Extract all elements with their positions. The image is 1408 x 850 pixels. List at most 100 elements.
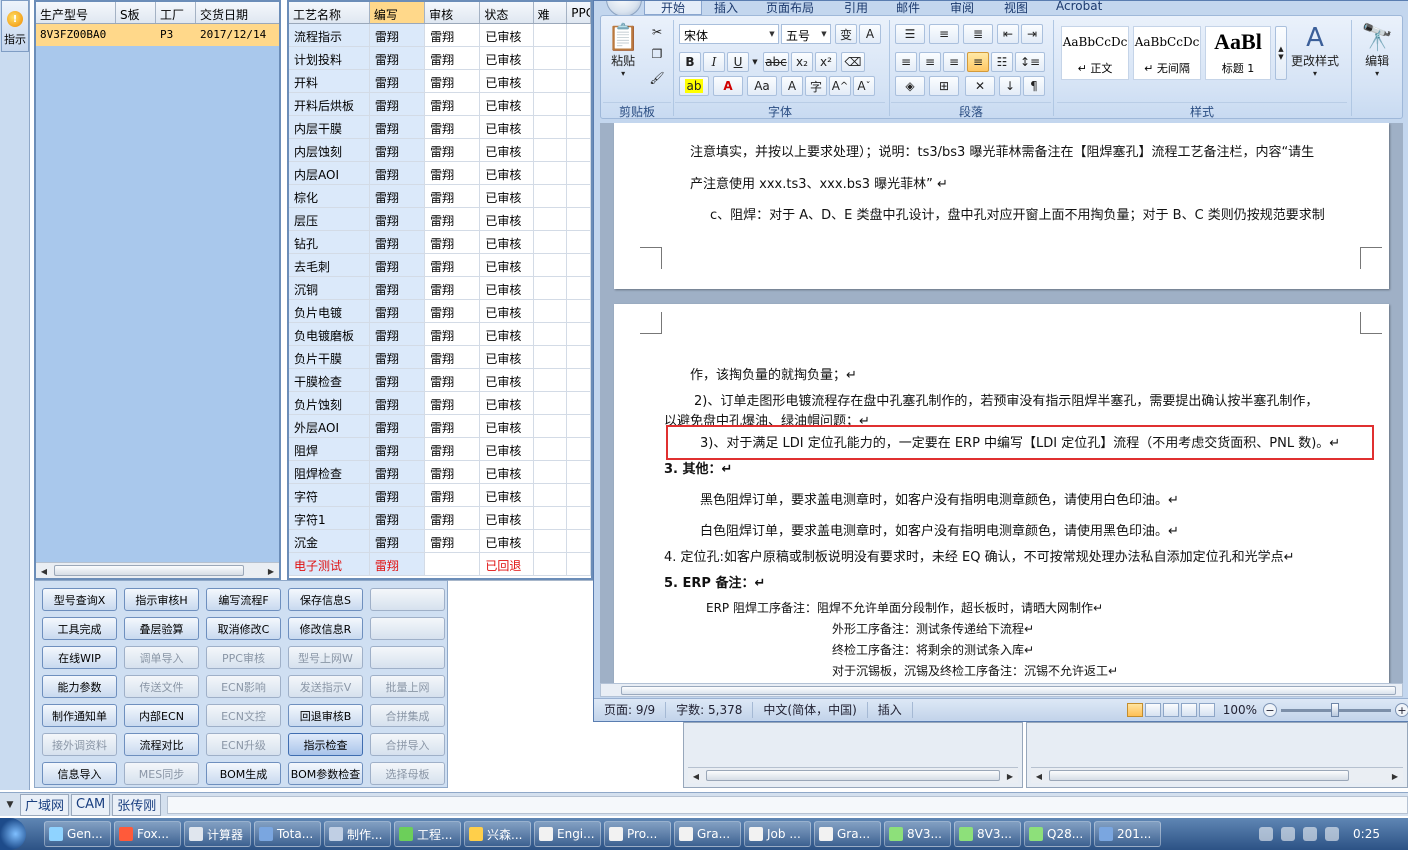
ribbon-tab-layout[interactable]: 页面布局 [766,1,814,16]
chevron-down-icon[interactable]: ▼ [749,52,761,72]
ribbon-tab-acrobat[interactable]: Acrobat [1056,1,1102,13]
action-button[interactable]: MES同步 [124,762,199,785]
change-case-icon[interactable]: Aa [747,76,777,96]
table-row[interactable]: 负片干膜 雷翔 雷翔 已审核 [289,346,591,369]
col-header-due-date[interactable]: 交货日期 [196,2,279,23]
font-color-icon[interactable]: A [713,76,743,96]
table-row[interactable]: 阻焊检查 雷翔 雷翔 已审核 [289,461,591,484]
keyboard-icon[interactable] [1259,827,1274,841]
subscript-button[interactable]: x₂ [791,52,813,72]
grow-font-icon[interactable]: A ^ [829,76,851,96]
taskbar-item[interactable]: Gen... [44,821,111,847]
col-header-reviewer[interactable]: 审核 [425,2,481,23]
taskbar-item[interactable]: 8V3... [954,821,1021,847]
style-heading-1[interactable]: AaBl 标题 1 [1205,26,1271,80]
ribbon-tab-review[interactable]: 审阅 [950,1,974,16]
action-button[interactable]: 指示审核H [124,588,199,611]
col-header-s-board[interactable]: S板 [116,2,156,23]
style-normal[interactable]: AaBbCcDc ↵ 正文 [1061,26,1129,80]
enclose-char-icon[interactable]: 字 [805,76,827,96]
zoom-out-icon[interactable]: − [1263,703,1277,717]
outline-view-icon[interactable] [1180,703,1197,717]
action-button[interactable]: 回退审核B [288,704,363,727]
taskbar-item[interactable]: 计算器 [184,821,251,847]
table-row[interactable]: 外层AOI 雷翔 雷翔 已审核 [289,415,591,438]
taskbar-item[interactable]: Gra... [814,821,881,847]
ribbon-tab-mailings[interactable]: 邮件 [896,1,920,16]
scroll-left-icon[interactable]: ◀ [1031,768,1047,784]
phonetic-guide-icon[interactable]: 变 [835,24,857,44]
highlight-color-icon[interactable]: ab [679,76,709,96]
table-row[interactable]: 负片蚀刻 雷翔 雷翔 已审核 [289,392,591,415]
table-row[interactable]: 开料 雷翔 雷翔 已审核 [289,70,591,93]
taskbar-item[interactable]: 工程... [394,821,461,847]
volume-icon[interactable] [1325,827,1340,841]
action-button[interactable]: 信息导入 [42,762,117,785]
align-left-icon[interactable]: ≡ [895,52,917,72]
action-button[interactable]: ECN升级 [206,733,281,756]
document-hscroll[interactable] [600,683,1403,697]
taskbar-item[interactable]: 制作... [324,821,391,847]
decrease-indent-icon[interactable]: ⇤ [997,24,1019,44]
action-button[interactable]: PPC审核 [206,646,281,669]
scroll-right-icon[interactable]: ▶ [1387,768,1403,784]
action-button[interactable]: 批量上网 [370,675,445,698]
scroll-thumb[interactable] [54,565,244,576]
zoom-level[interactable]: 100% [1223,703,1257,717]
action-button[interactable]: 调单导入 [124,646,199,669]
help-icon[interactable] [1281,827,1296,841]
action-button[interactable]: 取消修改C [206,617,281,640]
instruction-side-button[interactable]: ! 指示 [1,0,29,52]
action-button[interactable]: 保存信息S [288,588,363,611]
action-button[interactable]: 发送指示V [288,675,363,698]
bold-button[interactable]: B [679,52,701,72]
action-button[interactable]: 制作通知单 [42,704,117,727]
action-button[interactable]: 传送文件 [124,675,199,698]
action-button[interactable]: 能力参数 [42,675,117,698]
borders-icon[interactable]: ⊞ [929,76,959,96]
lower-middle-hscroll[interactable]: ◀ ▶ [688,767,1018,783]
cut-icon[interactable]: ✂ [647,22,667,42]
empty-action-button[interactable] [370,646,445,669]
table-row[interactable]: 阻焊 雷翔 雷翔 已审核 [289,438,591,461]
action-button[interactable]: ECN文控 [206,704,281,727]
strikethrough-button[interactable]: abc [763,52,789,72]
char-border-icon[interactable]: A [859,24,881,44]
table-row[interactable]: 开料后烘板 雷翔 雷翔 已审核 [289,93,591,116]
chevron-down-icon[interactable]: ▼ [818,25,830,43]
empty-action-button[interactable] [370,617,445,640]
action-button[interactable]: 内部ECN [124,704,199,727]
action-button[interactable]: 修改信息R [288,617,363,640]
zoom-slider[interactable] [1281,702,1391,717]
model-grid-hscroll[interactable]: ◀ ▶ [36,562,279,578]
status-language[interactable]: 中文(简体，中国) [753,701,868,718]
table-row[interactable]: 流程指示 雷翔 雷翔 已审核 [289,24,591,47]
increase-indent-icon[interactable]: ⇥ [1021,24,1043,44]
taskbar-item[interactable]: 8V3... [884,821,951,847]
action-button[interactable]: 型号查询X [42,588,117,611]
copy-icon[interactable]: ❐ [647,44,667,64]
justify-icon[interactable]: ≡ [967,52,989,72]
col-header-ppc[interactable]: PPC [567,2,591,23]
action-button[interactable]: ECN影响 [206,675,281,698]
distributed-icon[interactable]: ☷ [991,52,1013,72]
font-name-combo[interactable]: 宋体 ▼ [679,24,779,44]
lower-right-hscroll[interactable]: ◀ ▶ [1031,767,1403,783]
taskbar-item[interactable]: Job ... [744,821,811,847]
table-row[interactable]: 字符 雷翔 雷翔 已审核 [289,484,591,507]
tab-user[interactable]: 张传刚 [112,793,162,816]
ribbon-tab-insert[interactable]: 插入 [714,1,738,16]
action-button[interactable]: 流程对比 [124,733,199,756]
align-right-icon[interactable]: ≡ [943,52,965,72]
network-icon[interactable] [1303,827,1318,841]
table-row[interactable]: 电子测试 雷翔 已回退 [289,553,591,576]
numbering-icon[interactable]: ≡ [929,24,959,44]
bullets-icon[interactable]: ☰ [895,24,925,44]
print-layout-view-icon[interactable] [1126,703,1143,717]
font-size-combo[interactable]: 五号 ▼ [781,24,831,44]
draft-view-icon[interactable] [1198,703,1215,717]
tab-wan[interactable]: 广域网 [20,793,70,816]
format-painter-icon[interactable]: 🖌 [647,68,667,88]
taskbar-item[interactable]: Gra... [674,821,741,847]
ribbon-tab-references[interactable]: 引用 [844,1,868,16]
